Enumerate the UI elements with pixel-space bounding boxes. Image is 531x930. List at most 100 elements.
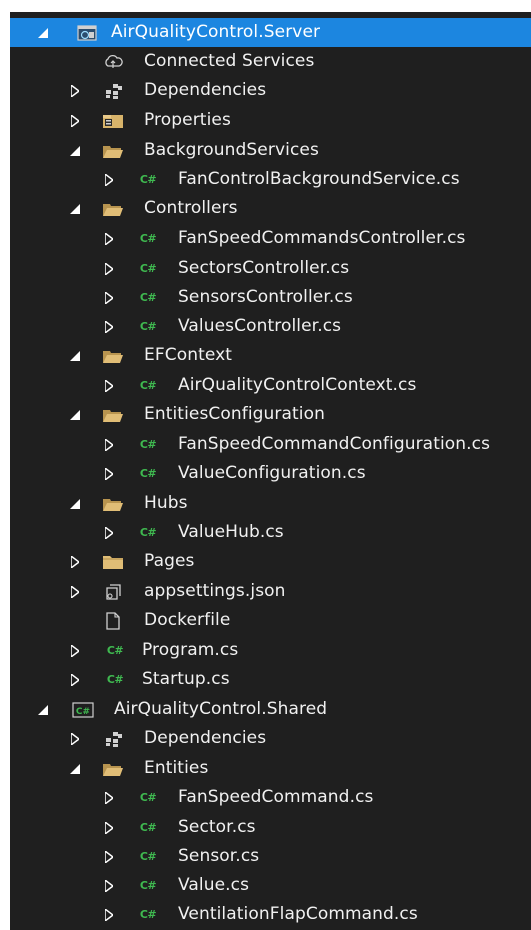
- csharp-file-icon: C#: [139, 173, 157, 186]
- tree-item-label: SectorsController.cs: [178, 258, 350, 278]
- tree-item-file-cs[interactable]: C# ValueConfiguration.cs: [10, 459, 531, 488]
- expanded-arrow-icon[interactable]: [68, 489, 82, 518]
- tree-item-connected-services[interactable]: Connected Services: [10, 47, 531, 76]
- tree-item-label: BackgroundServices: [144, 140, 319, 160]
- properties-folder-icon: [102, 106, 124, 135]
- tree-item-file-dockerfile[interactable]: Dockerfile: [10, 606, 531, 635]
- tree-item-label: appsettings.json: [144, 581, 286, 601]
- tree-item-folder-hubs[interactable]: Hubs: [10, 489, 531, 518]
- dependencies-icon: [102, 724, 124, 753]
- tree-item-file-cs[interactable]: C# VentilationFlapCommand.cs: [10, 900, 531, 929]
- expanded-arrow-icon[interactable]: [36, 695, 50, 724]
- tree-item-file-cs[interactable]: C# Sensor.cs: [10, 842, 531, 871]
- collapsed-arrow-icon[interactable]: [102, 459, 116, 488]
- collapsed-arrow-icon[interactable]: [102, 842, 116, 871]
- tree-item-label: Sensor.cs: [178, 846, 260, 866]
- open-folder-icon: [102, 341, 124, 370]
- tree-item-file-cs[interactable]: C# FanControlBackgroundService.cs: [10, 165, 531, 194]
- collapsed-arrow-icon[interactable]: [102, 283, 116, 312]
- collapsed-arrow-icon[interactable]: [102, 518, 116, 547]
- tree-item-label: FanSpeedCommandsController.cs: [178, 228, 466, 248]
- tree-item-file-cs[interactable]: C# Program.cs: [10, 636, 531, 665]
- collapsed-arrow-icon[interactable]: [102, 254, 116, 283]
- tree-item-label: AirQualityControl.Server: [111, 22, 321, 42]
- tree-item-dependencies[interactable]: Dependencies: [10, 76, 531, 105]
- solution-explorer-tree: AirQualityControl.Server Connected Servi…: [0, 0, 531, 930]
- collapsed-arrow-icon[interactable]: [102, 371, 116, 400]
- tree-item-file-cs[interactable]: C# Startup.cs: [10, 665, 531, 694]
- tree-item-file-cs[interactable]: C# ValuesController.cs: [10, 312, 531, 341]
- expanded-arrow-icon[interactable]: [68, 754, 82, 783]
- tree-item-label: Startup.cs: [142, 669, 230, 689]
- expanded-arrow-icon[interactable]: [68, 341, 82, 370]
- expanded-arrow-icon[interactable]: [36, 18, 50, 47]
- tree-item-label: EFContext: [144, 345, 233, 365]
- connected-services-cloud-icon: [102, 47, 124, 76]
- collapsed-arrow-icon[interactable]: [102, 813, 116, 842]
- expanded-arrow-icon[interactable]: [68, 400, 82, 429]
- tree-item-file-cs[interactable]: C# FanSpeedCommandsController.cs: [10, 224, 531, 253]
- collapsed-arrow-icon[interactable]: [102, 783, 116, 812]
- collapsed-arrow-icon[interactable]: [68, 724, 82, 753]
- svg-text:C#: C#: [76, 707, 90, 717]
- tree-item-label: Connected Services: [144, 51, 315, 71]
- csharp-file-icon: C#: [139, 850, 157, 863]
- tree-item-file-cs[interactable]: C# SectorsController.cs: [10, 254, 531, 283]
- tree-item-properties[interactable]: Properties: [10, 106, 531, 135]
- tree-item-label: Controllers: [144, 198, 238, 218]
- collapsed-arrow-icon[interactable]: [102, 900, 116, 929]
- tree-item-file-cs[interactable]: C# SensorsController.cs: [10, 283, 531, 312]
- tree-item-file-cs[interactable]: C# ValueHub.cs: [10, 518, 531, 547]
- collapsed-arrow-icon[interactable]: [68, 636, 82, 665]
- tree-item-file-cs[interactable]: C# Value.cs: [10, 871, 531, 900]
- tree-item-file-json[interactable]: appsettings.json: [10, 577, 531, 606]
- file-icon: [102, 606, 124, 635]
- dependencies-icon: [102, 76, 124, 105]
- collapsed-arrow-icon[interactable]: [68, 547, 82, 576]
- collapsed-arrow-icon[interactable]: [102, 871, 116, 900]
- csharp-file-icon: C#: [139, 438, 157, 451]
- tree-item-file-cs[interactable]: C# FanSpeedCommandConfiguration.cs: [10, 430, 531, 459]
- collapsed-arrow-icon[interactable]: [68, 577, 82, 606]
- tree-item-label: Dependencies: [144, 728, 267, 748]
- tree-item-label: EntitiesConfiguration: [144, 404, 325, 424]
- tree-item-folder-entities[interactable]: Entities: [10, 754, 531, 783]
- tree-item-label: Dependencies: [144, 80, 267, 100]
- open-folder-icon: [102, 136, 124, 165]
- tree-item-dependencies[interactable]: Dependencies: [10, 724, 531, 753]
- tree-item-file-cs[interactable]: C# FanSpeedCommand.cs: [10, 783, 531, 812]
- tree-item-label: FanSpeedCommandConfiguration.cs: [178, 434, 491, 454]
- csharp-file-icon: C#: [139, 232, 157, 245]
- tree-item-folder-pages[interactable]: Pages: [10, 547, 531, 576]
- tree-item-folder-entitiesconfiguration[interactable]: EntitiesConfiguration: [10, 400, 531, 429]
- csharp-file-icon: C#: [106, 644, 124, 657]
- collapsed-arrow-icon[interactable]: [102, 312, 116, 341]
- tree-item-folder-efcontext[interactable]: EFContext: [10, 341, 531, 370]
- expanded-arrow-icon[interactable]: [68, 136, 82, 165]
- collapsed-arrow-icon[interactable]: [102, 165, 116, 194]
- open-folder-icon: [102, 489, 124, 518]
- csharp-project-icon: C#: [72, 695, 94, 724]
- collapsed-arrow-icon[interactable]: [102, 430, 116, 459]
- csharp-file-icon: C#: [139, 879, 157, 892]
- expanded-arrow-icon[interactable]: [68, 194, 82, 223]
- tree-item-label: Hubs: [144, 493, 188, 513]
- tree-item-folder-controllers[interactable]: Controllers: [10, 194, 531, 223]
- open-folder-icon: [102, 400, 124, 429]
- tree-item-label: Dockerfile: [144, 610, 231, 630]
- collapsed-arrow-icon[interactable]: [68, 106, 82, 135]
- tree-item-project-server[interactable]: AirQualityControl.Server: [10, 18, 531, 47]
- tree-item-label: FanControlBackgroundService.cs: [178, 169, 460, 189]
- collapsed-arrow-icon[interactable]: [68, 76, 82, 105]
- tree-item-file-cs[interactable]: C# AirQualityControlContext.cs: [10, 371, 531, 400]
- folder-icon: [102, 547, 124, 576]
- csharp-file-icon: C#: [139, 791, 157, 804]
- tree-item-project-shared[interactable]: C# AirQualityControl.Shared: [10, 695, 531, 724]
- open-folder-icon: [102, 194, 124, 223]
- tree-item-file-cs[interactable]: C# Sector.cs: [10, 813, 531, 842]
- collapsed-arrow-icon[interactable]: [102, 224, 116, 253]
- open-folder-icon: [102, 754, 124, 783]
- tree-item-folder-backgroundservices[interactable]: BackgroundServices: [10, 136, 531, 165]
- tree-item-label: Value.cs: [178, 875, 250, 895]
- collapsed-arrow-icon[interactable]: [68, 665, 82, 694]
